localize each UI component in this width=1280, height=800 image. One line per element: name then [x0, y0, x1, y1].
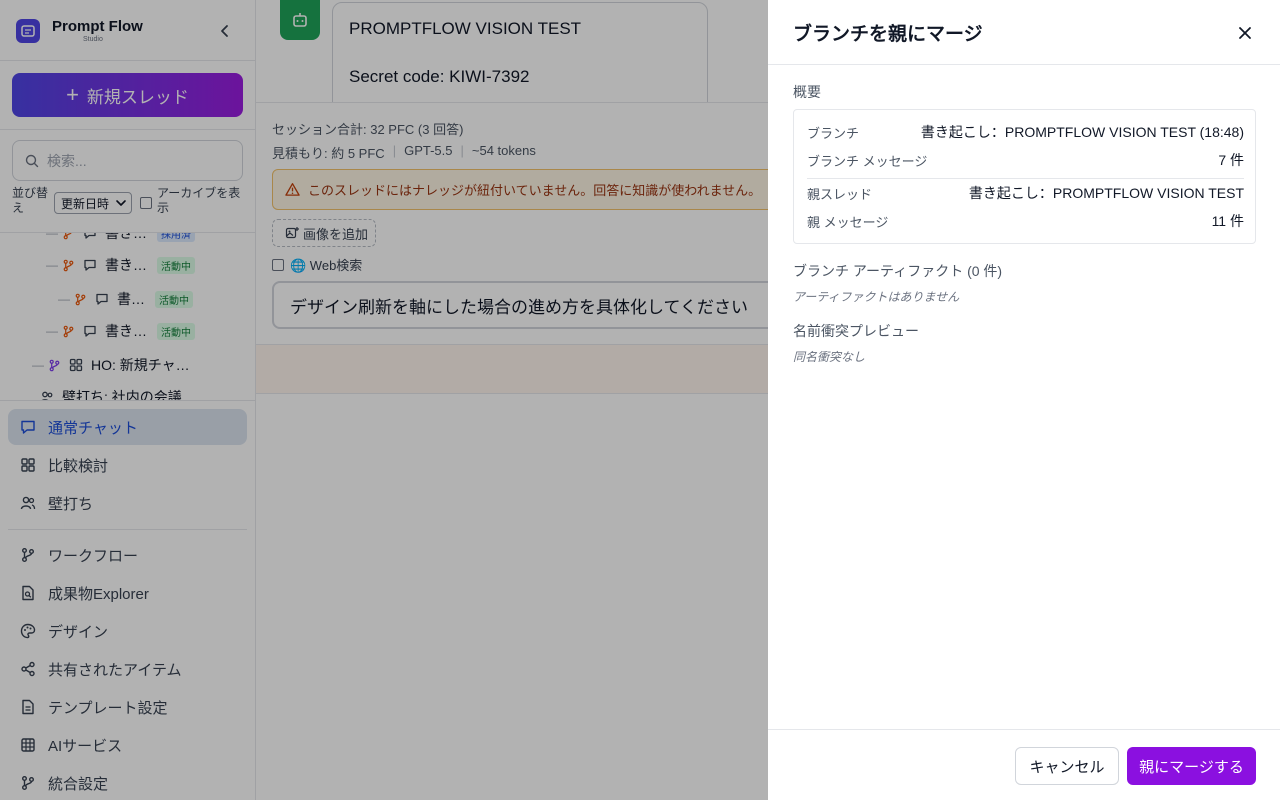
summary-row: ブランチ メッセージ 7 件 [807, 150, 1244, 170]
drawer-header: ブランチを親にマージ [768, 0, 1280, 65]
merge-drawer: ブランチを親にマージ 概要 ブランチ 書き起こし：PROMPTFLOW VISI… [768, 0, 1280, 800]
summary-key: 親スレッド [807, 186, 873, 202]
divider [807, 178, 1244, 179]
summary-value: 7 件 [1218, 152, 1244, 168]
artifacts-label: ブランチ アーティファクト (0 件) [793, 263, 1003, 279]
conflict-label: 名前衝突プレビュー [793, 323, 919, 339]
artifacts-empty: アーティファクトはありません [793, 290, 960, 304]
cancel-button[interactable]: キャンセル [1015, 747, 1119, 785]
summary-value: 書き起こし：PROMPTFLOW VISION TEST (18:48) [920, 124, 1244, 140]
overview-label: 概要 [793, 84, 821, 100]
summary-key: ブランチ メッセージ [807, 153, 928, 169]
summary-value: 書き起こし：PROMPTFLOW VISION TEST [968, 185, 1244, 201]
summary-card: ブランチ 書き起こし：PROMPTFLOW VISION TEST (18:48… [793, 109, 1256, 244]
merge-to-parent-button[interactable]: 親にマージする [1127, 747, 1256, 785]
summary-key: ブランチ [807, 125, 860, 141]
summary-row: 親スレッド 書き起こし：PROMPTFLOW VISION TEST [807, 183, 1244, 203]
summary-row: 親 メッセージ 11 件 [807, 211, 1244, 231]
summary-value: 11 件 [1211, 213, 1244, 229]
close-icon [1239, 27, 1251, 39]
drawer-footer: キャンセル 親にマージする [768, 729, 1280, 800]
summary-key: 親 メッセージ [807, 214, 889, 230]
drawer-title: ブランチを親にマージ [793, 24, 983, 45]
conflict-empty: 同名衝突なし [793, 350, 866, 364]
summary-row: ブランチ 書き起こし：PROMPTFLOW VISION TEST (18:48… [807, 122, 1244, 142]
close-button[interactable] [1234, 22, 1256, 44]
